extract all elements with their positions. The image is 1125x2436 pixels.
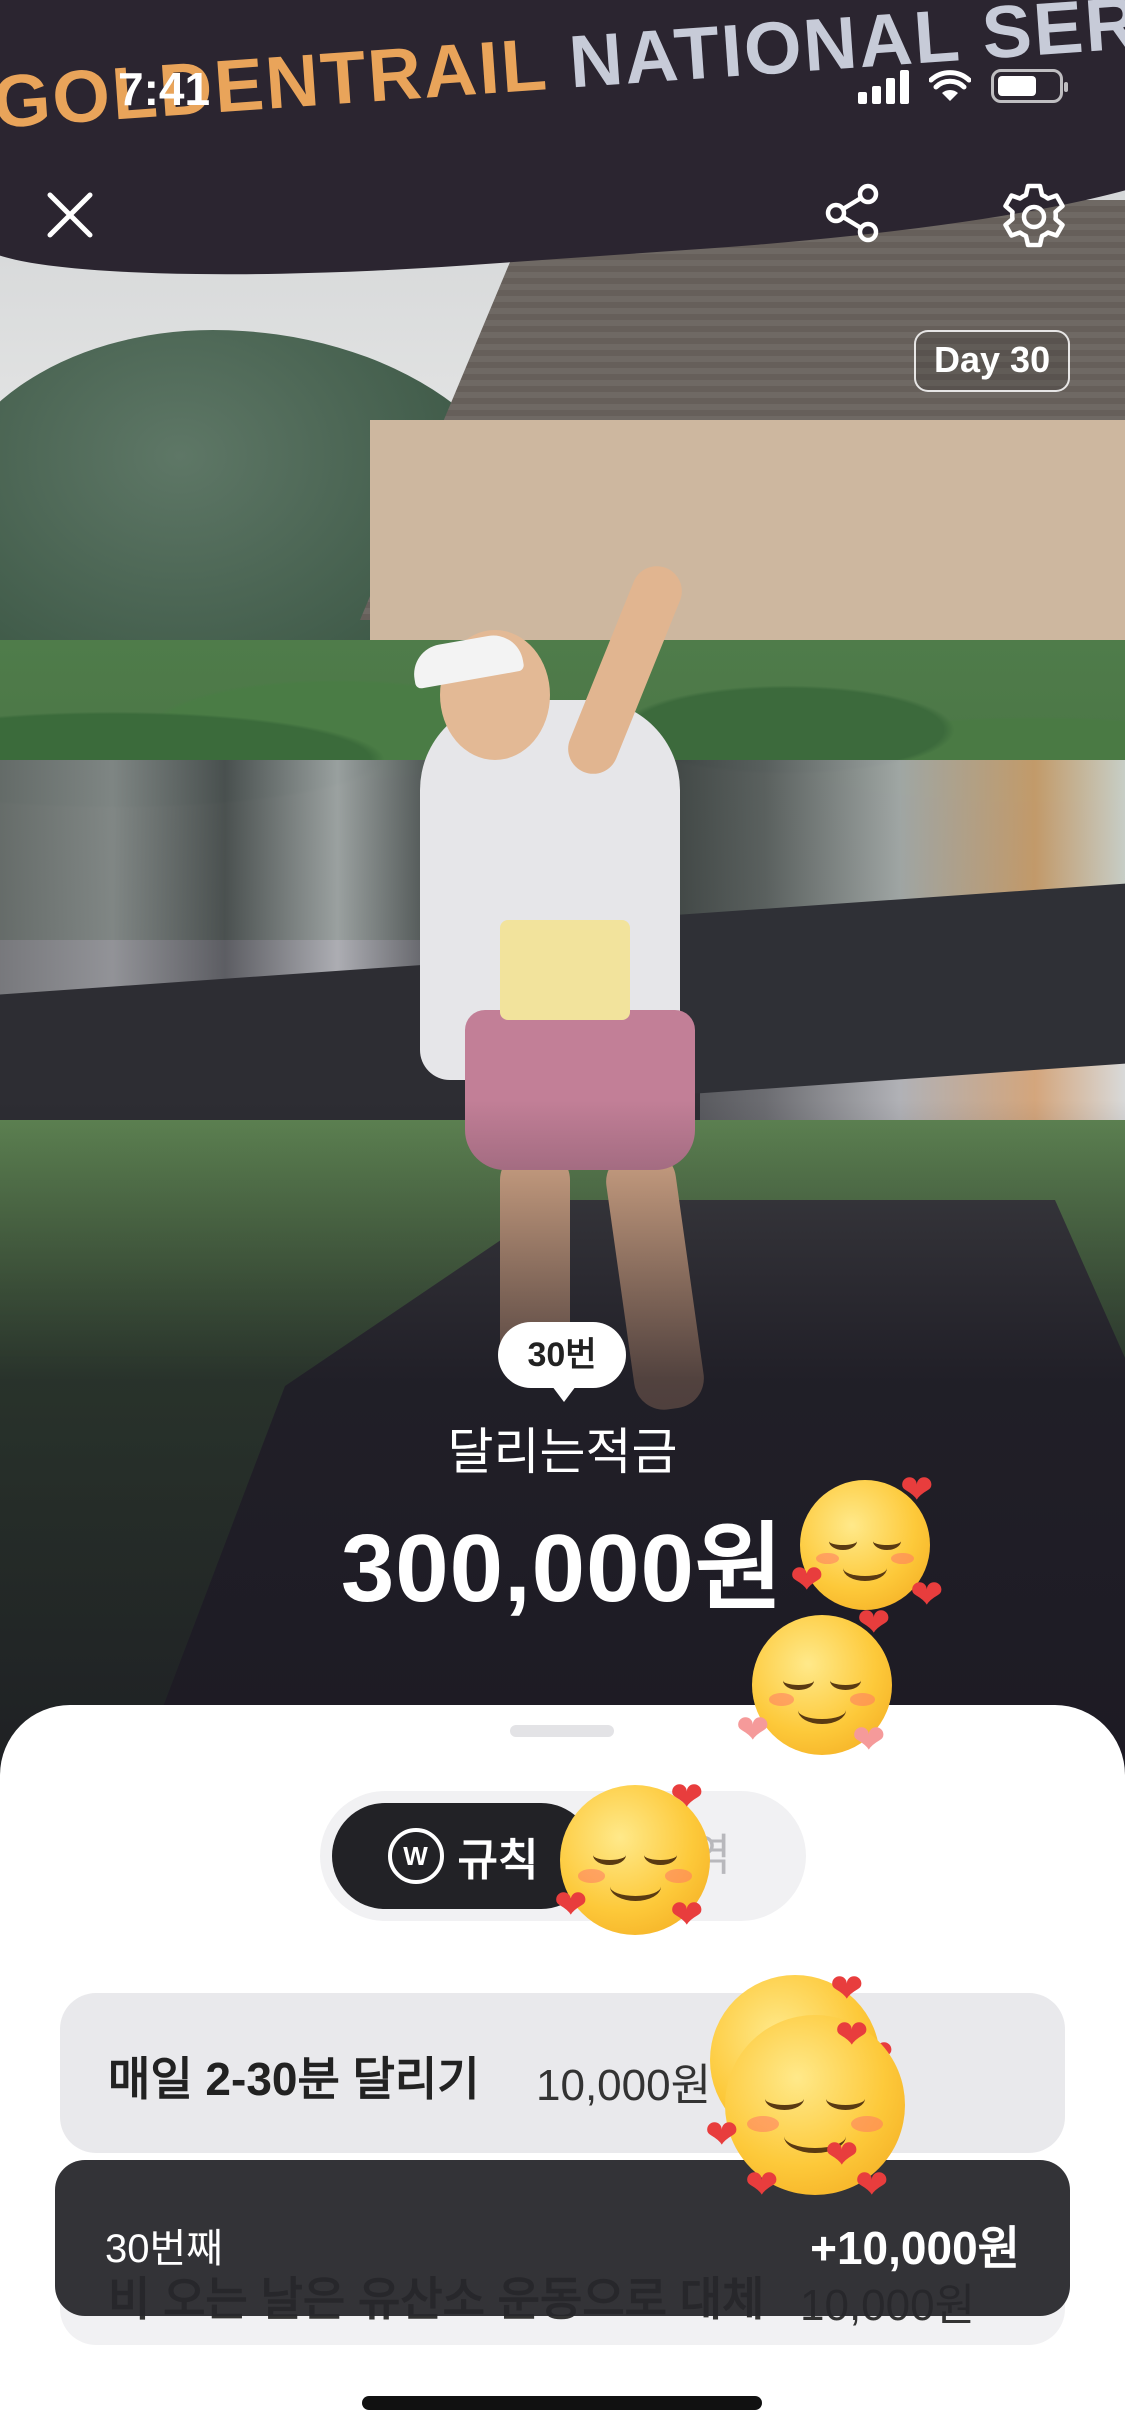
sheet-grabber[interactable]	[510, 1725, 614, 1737]
smiling-face-with-hearts-emoji: ❤ ❤ ❤	[554, 1777, 710, 1935]
close-icon[interactable]	[40, 185, 100, 245]
count-bubble: 30번	[498, 1322, 626, 1402]
signal-icon	[858, 68, 909, 104]
deposit-toast: 30번째 +10,000원	[55, 2160, 1070, 2316]
total-amount: 300,000원	[340, 1515, 785, 1622]
share-icon[interactable]	[820, 180, 886, 246]
wifi-icon	[929, 70, 971, 101]
product-name: 달리는적금	[447, 1424, 678, 1480]
rule-amount: 10,000원	[536, 2061, 712, 2110]
toast-count: 30번째	[105, 2227, 224, 2271]
smiling-face-with-hearts-emoji: ❤ ❤ ❤	[736, 1601, 892, 1762]
status-icons	[858, 68, 1068, 104]
day-badge: Day 30	[914, 330, 1071, 392]
gear-icon[interactable]	[997, 180, 1071, 254]
tab-rule-label: 규칙	[457, 1836, 539, 1885]
bottom-sheet: 내역 W 규칙 매일 2-30분 달리기 10,000원 비 오는 날은 유산소…	[0, 1705, 1125, 2436]
toast-amount: +10,000원	[810, 2222, 1020, 2274]
won-icon: W	[387, 1828, 444, 1884]
smiling-face-with-hearts-emoji: ❤ ❤ ❤ ❤ ❤	[705, 2015, 905, 2205]
rule-title: 매일 2-30분 달리기	[108, 2053, 480, 2105]
status-time: 7:41	[118, 63, 211, 115]
home-indicator[interactable]	[362, 2396, 762, 2410]
rule-item[interactable]: 매일 2-30분 달리기 10,000원	[60, 1993, 1065, 2153]
battery-icon	[991, 69, 1068, 103]
smiling-face-with-hearts-emoji: ❤ ❤ ❤	[790, 1468, 944, 1617]
